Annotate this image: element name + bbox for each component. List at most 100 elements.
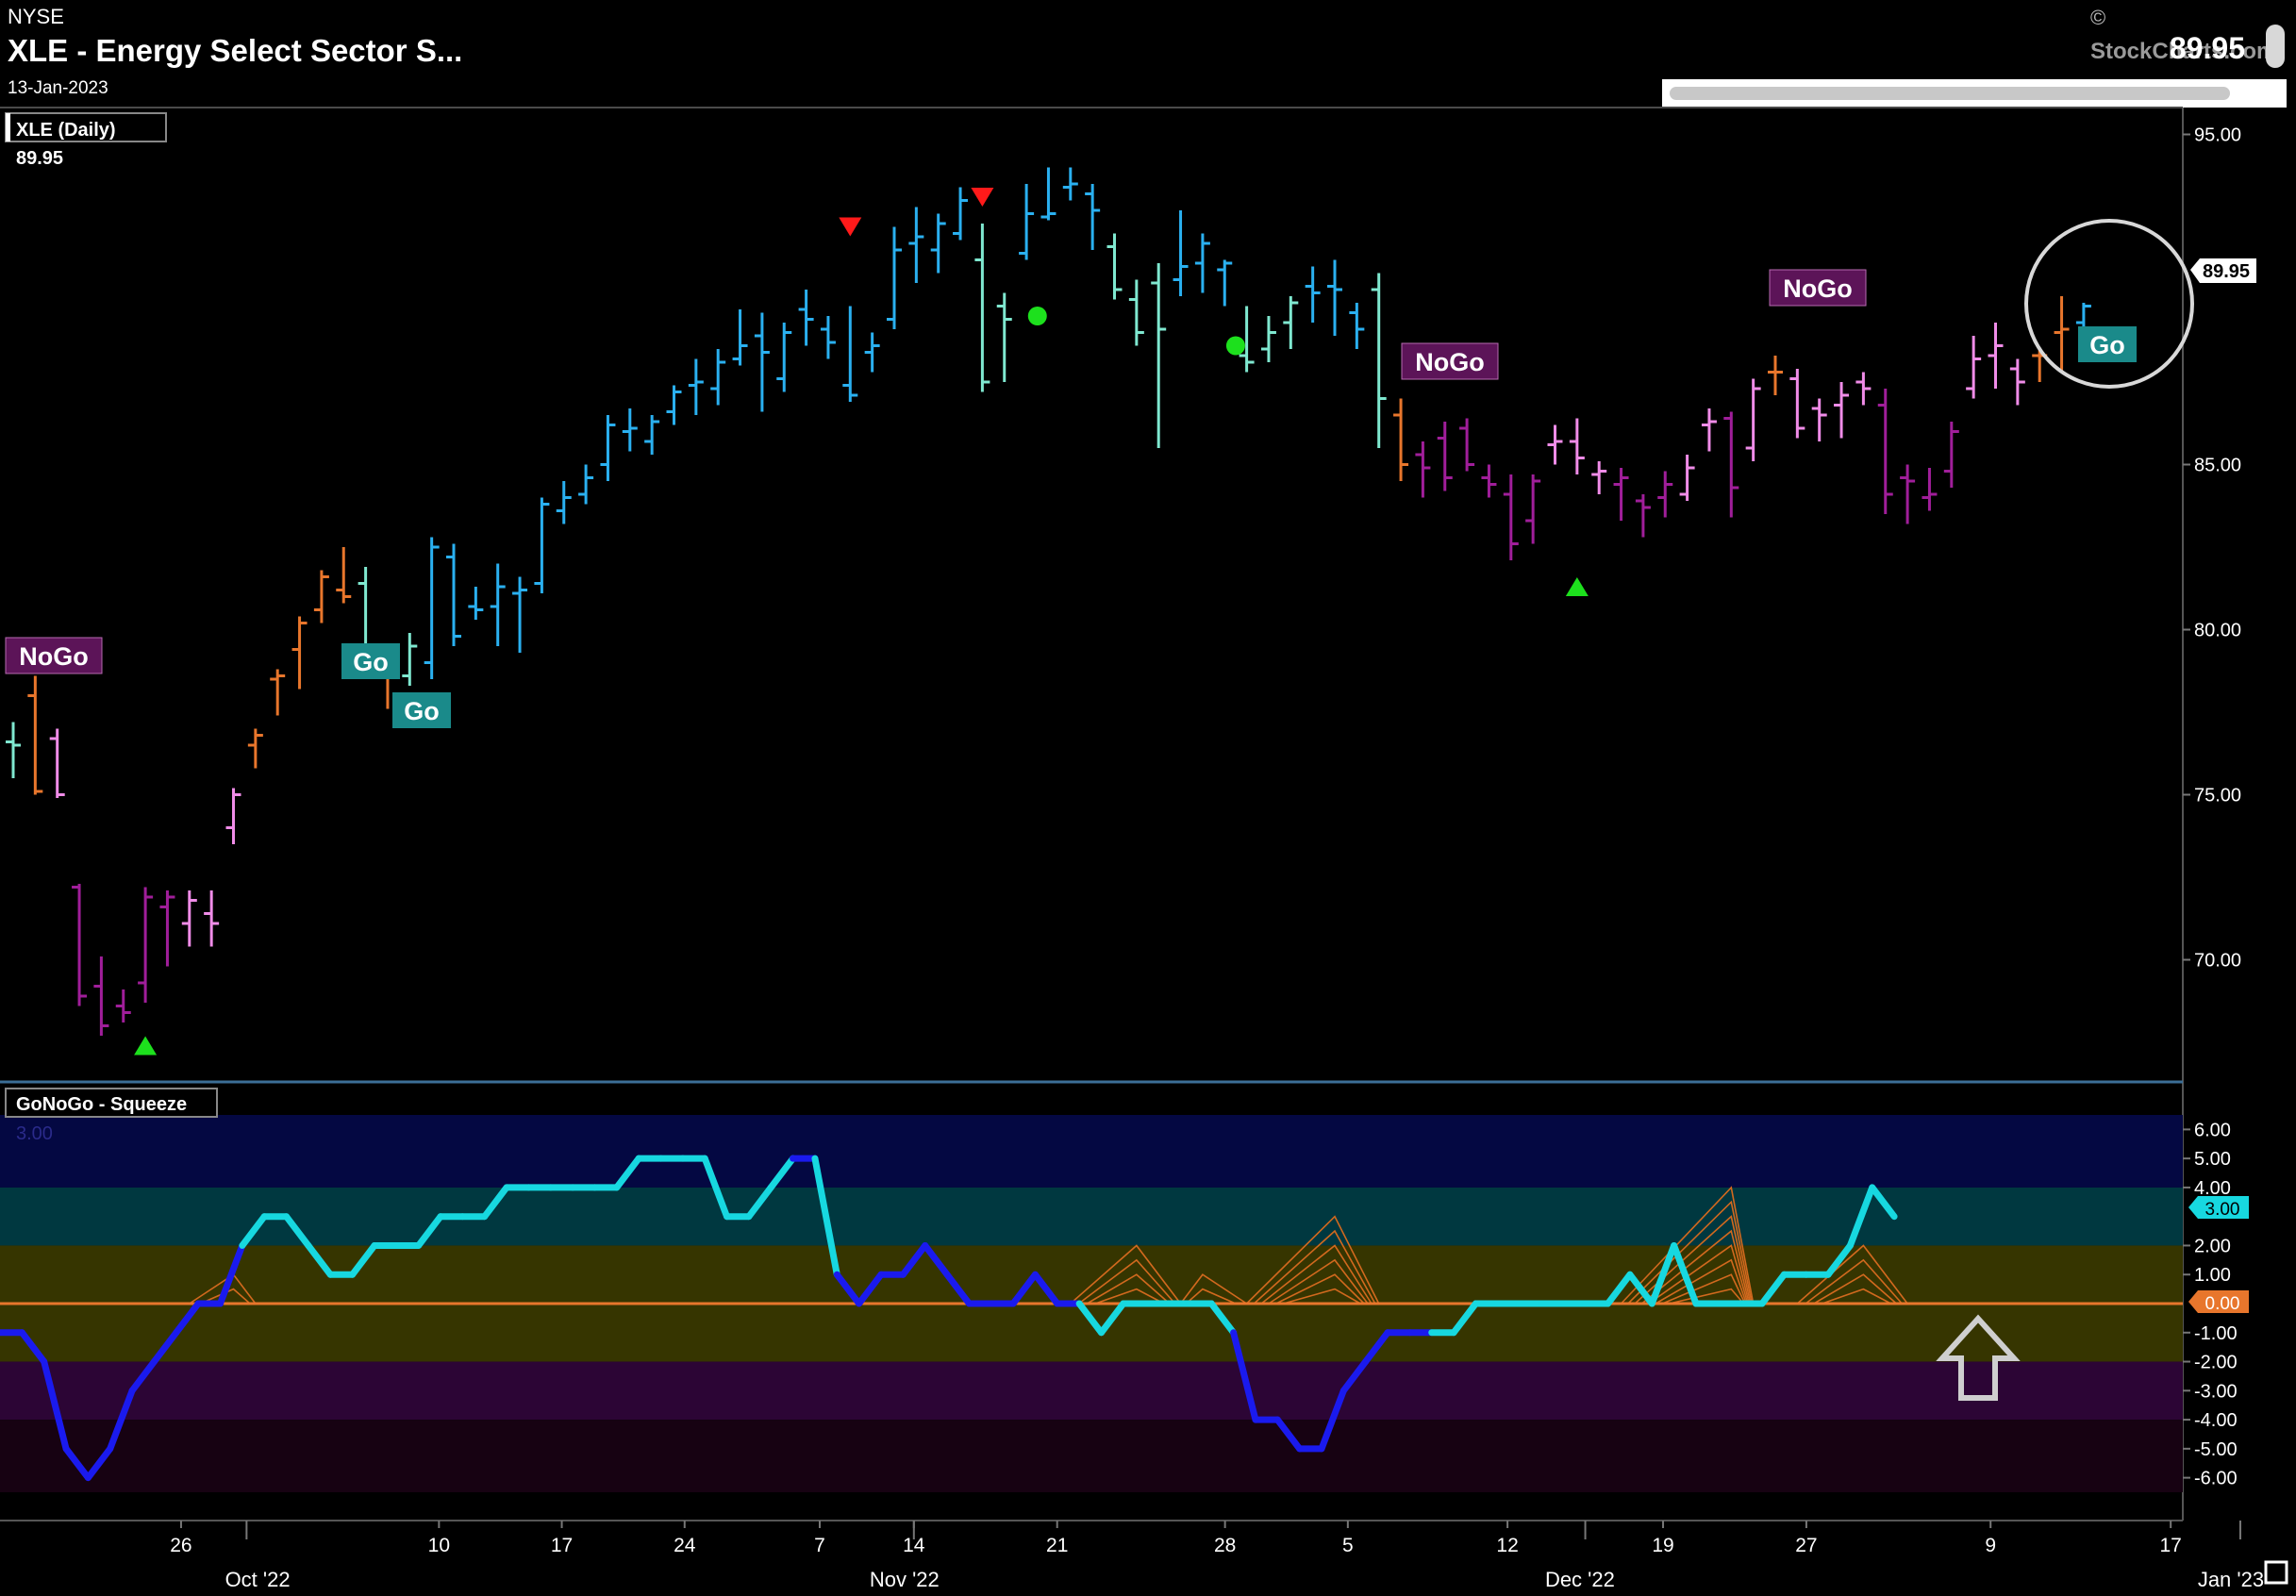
x-month-label: Jan '23 [2198, 1568, 2264, 1591]
ohlc-bar [225, 788, 241, 844]
last-price: 89.95 [2170, 31, 2245, 65]
ohlc-bar [490, 563, 506, 646]
ohlc-bar [644, 415, 660, 455]
ohlc-bar [1922, 468, 1938, 511]
continuation-dot-icon [1225, 336, 1245, 356]
ohlc-bar [1811, 398, 1827, 441]
x-day-label: 5 [1342, 1535, 1354, 1556]
x-day-label: 10 [428, 1535, 450, 1556]
ohlc-bar [622, 408, 638, 452]
ohlc-bar [446, 543, 461, 646]
squeeze-tick-label: -6.00 [2194, 1469, 2238, 1489]
ohlc-bar [336, 547, 352, 604]
ohlc-bar [402, 633, 418, 686]
ohlc-bar [953, 187, 969, 241]
nogo-label: NoGo [1783, 274, 1853, 303]
ohlc-bar [1217, 259, 1233, 307]
price-y-axis: 95.00 85.00 80.00 75.00 70.00 [2183, 125, 2241, 972]
ohlc-bar [115, 989, 131, 1022]
ohlc-bar [556, 481, 572, 524]
countertrend-up-triangle-icon [134, 1036, 158, 1056]
maximize-icon[interactable] [2264, 1560, 2288, 1585]
x-day-label: 19 [1652, 1535, 1673, 1556]
squeeze-tick-label: -1.00 [2194, 1323, 2238, 1344]
go-label: Go [2089, 331, 2125, 359]
ohlc-bar [1040, 167, 1056, 221]
x-day-label: 17 [2160, 1535, 2182, 1556]
x-day-label: 27 [1795, 1535, 1817, 1556]
ohlc-bar [798, 290, 814, 346]
x-month-label: Oct '22 [225, 1568, 291, 1591]
squeeze-tick-label: 4.00 [2194, 1178, 2231, 1199]
ohlc-bar [49, 728, 65, 798]
ohlc-bar [1173, 210, 1189, 296]
chart-date: 13-Jan-2023 [8, 78, 108, 98]
ohlc-bar [1327, 259, 1342, 336]
x-day-label: 24 [674, 1535, 696, 1556]
ohlc-bar [1062, 167, 1078, 201]
ohlc-bar [1305, 266, 1321, 323]
ohlc-bar [600, 415, 616, 481]
ohlc-bar [754, 312, 770, 412]
countertrend-down-triangle-icon [839, 217, 862, 237]
ohlc-bar [1503, 474, 1519, 560]
price-signal-markers [134, 188, 1589, 1056]
ohlc-bar [820, 316, 836, 359]
ohlc-bar [204, 890, 220, 947]
exchange-label: NYSE [8, 5, 64, 28]
ohlc-bar [534, 497, 550, 593]
ohlc-bar [468, 587, 484, 620]
ohlc-bar [1613, 468, 1629, 521]
ohlc-bar [138, 887, 154, 1003]
ohlc-bar [2054, 296, 2070, 373]
ohlc-bar [1481, 464, 1497, 498]
ohlc-bar [72, 884, 88, 1006]
ohlc-bar [1679, 455, 1695, 501]
squeeze-tick-label: -2.00 [2194, 1353, 2238, 1373]
ohlc-bar [1723, 411, 1739, 518]
ohlc-bar [887, 226, 902, 329]
header: NYSE XLE - Energy Select Sector S... 13-… [8, 5, 2287, 108]
countertrend-down-triangle-icon [971, 188, 994, 207]
ohlc-bar [2009, 358, 2025, 406]
ohlc-bar [1855, 372, 1872, 406]
ohlc-bar [710, 349, 726, 406]
ohlc-bar [1569, 418, 1585, 474]
ohlc-bar [1128, 279, 1144, 346]
price-panel-value: 89.95 [16, 148, 63, 169]
vertical-scrollbar-thumb[interactable] [2266, 25, 2285, 68]
ohlc-bar [1437, 422, 1453, 491]
horizontal-scrollbar-thumb[interactable] [1670, 87, 2230, 100]
ohlc-bar [1943, 422, 1959, 488]
ohlc-bar [1151, 263, 1167, 448]
x-day-label: 9 [1985, 1535, 1996, 1556]
ohlc-bar [908, 207, 924, 283]
ohlc-bar [1525, 474, 1541, 544]
price-legend-swatch [6, 113, 10, 141]
ohlc-bar [842, 306, 858, 402]
x-day-label: 21 [1046, 1535, 1068, 1556]
ohlc-bar [1635, 494, 1651, 538]
ohlc-bar [181, 890, 197, 947]
squeeze-tick-label: 6.00 [2194, 1120, 2231, 1140]
ohlc-bar [1415, 441, 1431, 498]
ohlc-bar [1768, 356, 1783, 395]
price-tick-label: 80.00 [2194, 621, 2241, 641]
price-tick-label: 75.00 [2194, 786, 2241, 806]
ohlc-bar [6, 722, 21, 778]
squeeze-tag-text: 3.00 [2205, 1200, 2240, 1220]
ohlc-bar [1106, 233, 1123, 300]
price-tick-label: 70.00 [2194, 951, 2241, 972]
ohlc-bar [1260, 316, 1276, 362]
price-tick-label: 95.00 [2194, 125, 2241, 146]
band-strong-go [0, 1115, 2183, 1188]
price-tag: 89.95 [2190, 258, 2256, 283]
ohlc-bar [1789, 369, 1805, 439]
nogo-label: NoGo [19, 642, 89, 671]
ohlc-bar [1966, 336, 1982, 399]
ohlc-bar [1701, 408, 1717, 452]
ohlc-bar [1194, 233, 1210, 293]
ohlc-bar [270, 669, 286, 716]
ohlc-bar [424, 537, 440, 679]
price-tag-text: 89.95 [2203, 261, 2250, 282]
